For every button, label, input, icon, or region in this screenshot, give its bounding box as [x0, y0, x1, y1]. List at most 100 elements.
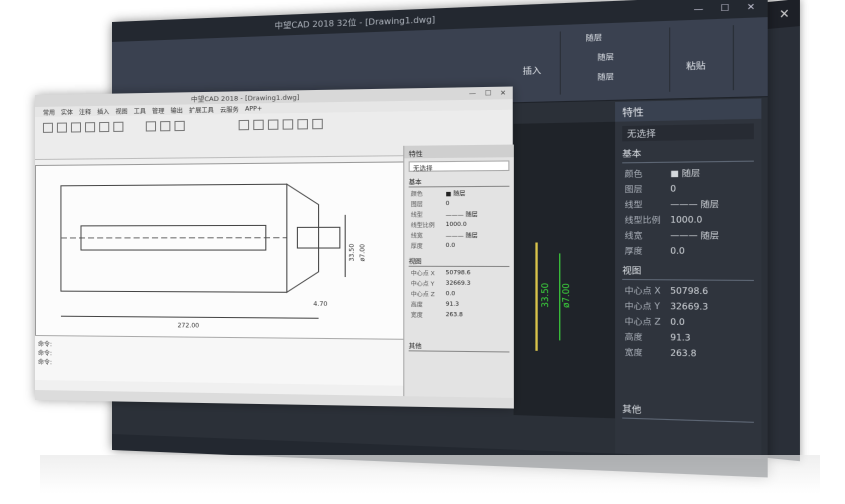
property-value[interactable]: ——— 随层	[670, 197, 719, 210]
property-key: 厚度	[410, 243, 423, 251]
close-icon[interactable]: ✕	[500, 89, 506, 98]
property-value[interactable]: ■ 随层	[446, 189, 466, 197]
property-row[interactable]: 图层 0	[615, 180, 761, 197]
tool-icon[interactable]	[160, 121, 171, 132]
property-row[interactable]: 线型比例 1000.0	[404, 220, 514, 231]
property-row[interactable]: 厚度 0.0	[615, 243, 761, 259]
tool-icon[interactable]	[297, 119, 308, 130]
section-basic[interactable]: 基本	[408, 176, 510, 188]
panel-title: 特性	[615, 98, 762, 122]
tool-icon[interactable]	[145, 121, 157, 132]
tool-icon[interactable]	[70, 122, 81, 133]
property-key: 图层	[410, 202, 423, 209]
property-value[interactable]: ——— 随层	[670, 229, 719, 241]
tool-icon[interactable]	[312, 118, 323, 130]
property-row[interactable]: 中心点 X 50798.6	[615, 282, 761, 299]
tool-icon[interactable]	[253, 119, 264, 131]
tool-icon[interactable]	[56, 122, 67, 133]
close-icon[interactable]: ✕	[747, 1, 755, 11]
property-key: 线宽	[410, 233, 423, 240]
lineweight-select[interactable]: 随层	[597, 70, 669, 83]
property-value[interactable]: 32669.3	[670, 301, 708, 311]
menu-tab[interactable]: 插入	[97, 106, 109, 115]
menu-tab[interactable]: 视图	[115, 106, 127, 115]
property-row[interactable]: 颜色 ■ 随层	[615, 164, 761, 181]
linetype-select[interactable]: 随层	[597, 50, 669, 63]
selection-dropdown[interactable]: 无选择	[622, 123, 754, 142]
property-row[interactable]: 中心点 Z 0.0	[404, 289, 514, 300]
maximize-icon[interactable]: ☐	[721, 2, 730, 12]
property-value[interactable]: ——— 随层	[446, 210, 478, 218]
property-row[interactable]: 中心点 X 50798.6	[404, 268, 514, 279]
menu-tab[interactable]: 扩展工具	[189, 105, 214, 115]
property-row[interactable]: 线宽 ——— 随层	[404, 230, 514, 241]
property-value[interactable]: 263.8	[446, 312, 463, 318]
menu-tab[interactable]: 实体	[61, 107, 73, 116]
property-value[interactable]: 263.8	[670, 347, 696, 358]
property-value[interactable]: 32669.3	[446, 281, 471, 287]
dimension-text: 272.00	[178, 322, 200, 329]
property-value[interactable]: 0.0	[446, 291, 456, 297]
section-view[interactable]: 视图	[622, 264, 754, 282]
minimize-icon[interactable]: —	[694, 3, 704, 13]
property-key: 宽度	[624, 346, 643, 357]
tool-icon[interactable]	[85, 122, 96, 133]
ribbon-group-props: 随层 随层 随层	[562, 27, 671, 95]
property-row[interactable]: 高度 91.3	[404, 299, 514, 310]
property-row[interactable]: 宽度 263.8	[404, 310, 514, 321]
tool-icon[interactable]	[113, 121, 124, 132]
property-key: 线型比例	[624, 214, 661, 225]
property-value[interactable]: 0	[670, 183, 676, 193]
property-value[interactable]: ■ 随层	[670, 166, 700, 179]
drawing-canvas[interactable]: 33.50 ø7.00 4.70 272.00	[35, 161, 406, 341]
command-line[interactable]: 命令: 命令: 命令:	[35, 335, 404, 386]
tool-icon[interactable]	[174, 120, 185, 132]
property-value[interactable]: 1000.0	[670, 214, 702, 224]
property-row[interactable]: 厚度 0.0	[404, 241, 514, 252]
menu-tab[interactable]: 云服务	[220, 104, 239, 113]
menu-tab[interactable]: 常用	[43, 107, 55, 116]
tool-icon[interactable]	[282, 119, 294, 130]
minimize-icon[interactable]: —	[469, 89, 476, 98]
paste-button[interactable]: 粘贴	[686, 59, 733, 73]
property-value[interactable]: 91.3	[670, 332, 690, 342]
selection-dropdown[interactable]: 无选择	[408, 160, 510, 173]
property-row[interactable]: 颜色 ■ 随层	[404, 188, 514, 199]
dimension-text: 33.50	[540, 283, 551, 308]
property-row[interactable]: 线宽 ——— 随层	[615, 227, 761, 243]
property-value[interactable]: 0	[446, 201, 450, 207]
property-row[interactable]: 图层 0	[404, 198, 514, 209]
property-value[interactable]: 0.0	[670, 245, 685, 255]
tool-icon[interactable]	[42, 122, 53, 133]
property-value[interactable]: 50798.6	[670, 285, 708, 295]
menu-tab[interactable]: 工具	[134, 106, 146, 115]
section-other[interactable]: 其他	[408, 340, 510, 353]
panel-title: 特性	[404, 144, 514, 159]
property-value[interactable]: 50798.6	[446, 270, 471, 276]
property-row[interactable]: 中心点 Y 32669.3	[404, 278, 514, 289]
color-select[interactable]: 随层	[586, 30, 670, 44]
property-row[interactable]: 线型 ——— 随层	[615, 195, 761, 211]
maximize-icon[interactable]: ☐	[485, 89, 491, 98]
section-basic[interactable]: 基本	[622, 145, 754, 164]
section-other[interactable]: 其他	[622, 403, 754, 423]
property-row[interactable]: 线型 ——— 随层	[404, 209, 514, 220]
property-value[interactable]: 91.3	[446, 301, 459, 307]
menu-tab[interactable]: 输出	[170, 105, 182, 114]
menu-tab[interactable]: 注释	[79, 107, 91, 116]
tool-icon[interactable]	[99, 121, 110, 133]
menu-tab[interactable]: 管理	[152, 105, 164, 114]
section-view[interactable]: 视图	[408, 256, 510, 268]
close-icon[interactable]: ✕	[779, 6, 789, 22]
insert-button[interactable]: 插入	[523, 64, 560, 77]
property-row[interactable]: 线型比例 1000.0	[615, 211, 761, 227]
property-value[interactable]: 0.0	[446, 243, 456, 249]
tool-icon[interactable]	[238, 119, 250, 131]
part-outline	[287, 184, 319, 292]
property-value[interactable]: 1000.0	[446, 222, 467, 228]
menu-tab[interactable]: APP+	[245, 105, 262, 112]
property-value[interactable]: ——— 随层	[446, 231, 478, 239]
tool-icon[interactable]	[267, 119, 279, 130]
property-row[interactable]: 宽度 263.8	[615, 344, 761, 363]
property-value[interactable]: 0.0	[670, 316, 685, 326]
